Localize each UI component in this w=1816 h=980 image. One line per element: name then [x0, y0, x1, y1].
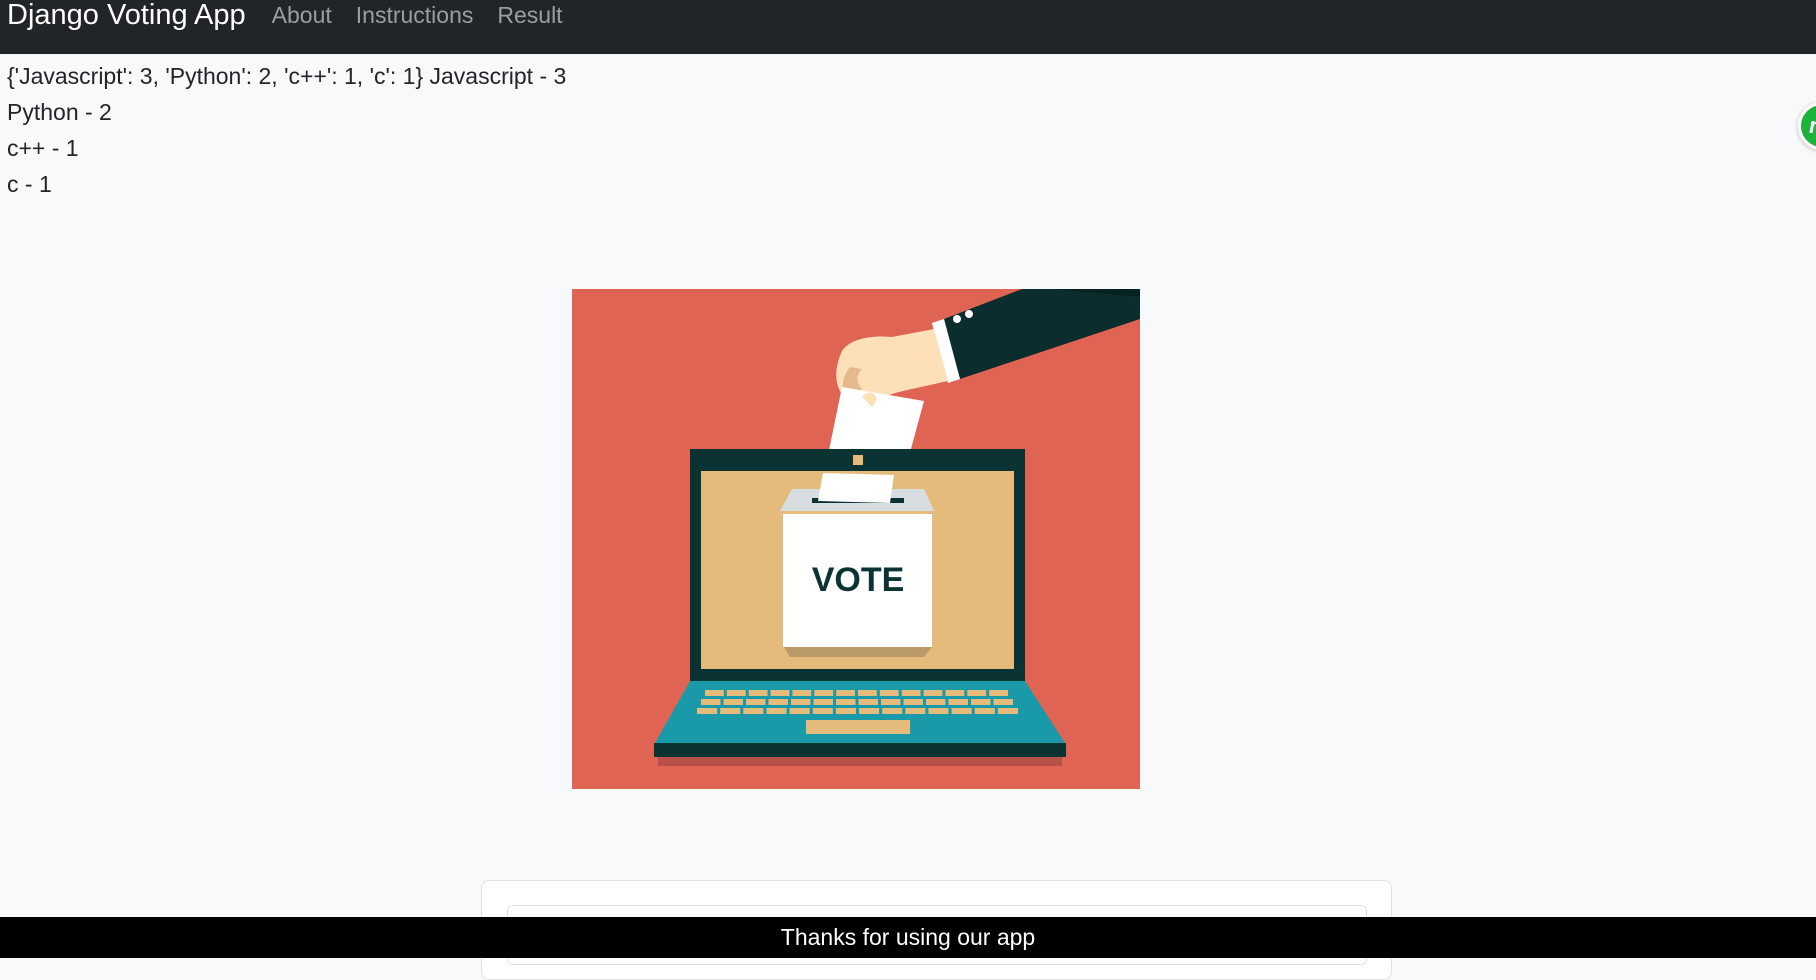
keyboard-key — [743, 708, 764, 714]
nav-link-about[interactable]: About — [260, 0, 344, 30]
keyboard-key — [812, 708, 833, 714]
keyboard-key — [766, 708, 787, 714]
keyboard-key — [989, 690, 1008, 696]
keyboard-key — [859, 708, 880, 714]
keyboard-key — [697, 708, 718, 714]
laptop-base-edge — [654, 743, 1066, 757]
keyboard-key — [858, 699, 878, 705]
keyboard-key — [789, 708, 810, 714]
keyboard-key — [858, 690, 877, 696]
keyboard-key — [971, 699, 991, 705]
keyboard-key — [705, 690, 724, 696]
keyboard-key — [723, 699, 743, 705]
laptop-trackpad — [806, 720, 910, 734]
keyboard-key — [748, 690, 768, 696]
keyboard-key — [905, 708, 926, 714]
results-raw-dict: {'Javascript': 3, 'Python': 2, 'c++': 1,… — [7, 63, 424, 89]
keyboard-key — [720, 708, 741, 714]
nav-links: About Instructions Result — [260, 0, 575, 30]
keyboard-key — [746, 699, 766, 705]
navbar-brand[interactable]: Django Voting App — [7, 0, 246, 30]
results-first-line: {'Javascript': 3, 'Python': 2, 'c++': 1,… — [7, 58, 566, 94]
footer-text: Thanks for using our app — [780, 924, 1036, 950]
keyboard-key — [814, 690, 834, 696]
keyboard-key — [974, 708, 995, 714]
result-line-cpp: c++ - 1 — [7, 135, 79, 161]
keyboard-key — [926, 699, 946, 705]
keyboard-key — [882, 708, 903, 714]
keyboard-key — [836, 699, 856, 705]
keyboard-key — [835, 708, 856, 714]
keyboard-key — [967, 690, 987, 696]
keyboard-key — [813, 699, 833, 705]
result-line-javascript: Javascript - 3 — [429, 63, 567, 89]
keyboard-key — [836, 690, 855, 696]
keyboard-key — [901, 690, 921, 696]
keyboard-key — [726, 690, 746, 696]
keyboard-key — [792, 690, 812, 696]
result-line-python: Python - 2 — [7, 99, 112, 125]
nav-link-instructions[interactable]: Instructions — [344, 0, 486, 30]
vote-illustration-svg: VOTE — [572, 289, 1140, 789]
keyboard-key — [923, 690, 943, 696]
floating-extension-icon[interactable]: n — [1798, 102, 1816, 150]
keyboard-key — [879, 690, 899, 696]
navbar: Django Voting App About Instructions Res… — [0, 0, 1816, 54]
vote-illustration: VOTE — [572, 289, 1140, 789]
keyboard-key — [928, 708, 949, 714]
ballot-vote-label: VOTE — [812, 561, 905, 599]
keyboard-key — [948, 699, 968, 705]
nav-link-result[interactable]: Result — [485, 0, 574, 30]
keyboard-key — [945, 690, 965, 696]
keyboard-key — [903, 699, 923, 705]
keyboard-key — [768, 699, 788, 705]
keyboard-key — [951, 708, 972, 714]
keyboard-key — [993, 699, 1013, 705]
result-line-c: c - 1 — [7, 171, 52, 197]
keyboard-key — [997, 708, 1018, 714]
results-list: {'Javascript': 3, 'Python': 2, 'c++': 1,… — [7, 58, 566, 202]
laptop-camera — [853, 455, 863, 465]
keyboard-key — [881, 699, 901, 705]
footer: Thanks for using our app — [0, 917, 1816, 958]
keyboard-key — [770, 690, 790, 696]
keyboard-key — [701, 699, 721, 705]
keyboard-key — [791, 699, 811, 705]
laptop-shadow — [658, 757, 1062, 766]
